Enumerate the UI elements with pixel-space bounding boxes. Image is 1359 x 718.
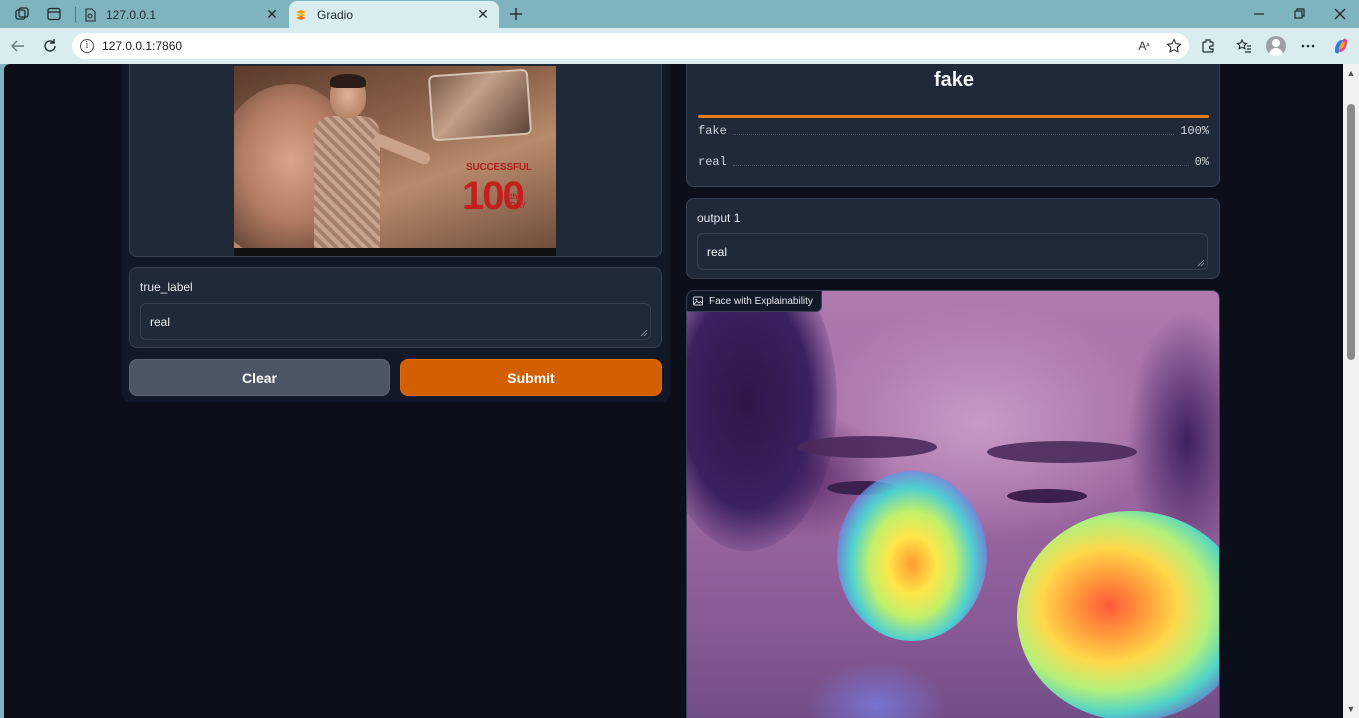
image-icon <box>693 296 703 306</box>
true-label-block: true_label real <box>129 267 662 348</box>
true-label-input[interactable]: real <box>140 303 651 340</box>
submit-button[interactable]: Submit <box>400 359 662 396</box>
confidence-row-real: real 0% <box>698 155 1209 169</box>
output-1-block: output 1 real <box>686 198 1220 279</box>
poster-text-day-word: DAY <box>510 201 527 210</box>
poster-title-logo <box>427 68 533 142</box>
tab-localhost[interactable]: 127.0.0.1 ✕ <box>78 1 288 28</box>
explainability-heatmap-image <box>687 291 1219 718</box>
resize-grip-icon[interactable] <box>1197 259 1205 267</box>
resize-grip-icon[interactable] <box>640 329 648 337</box>
explainability-image-block[interactable]: Face with Explainability <box>686 290 1220 718</box>
predicted-label: fake <box>933 69 975 91</box>
restore-icon[interactable] <box>1279 3 1319 25</box>
site-info-icon[interactable]: i <box>80 39 94 53</box>
heatmap-hotspot-cheek <box>1017 511 1219 718</box>
input-image-block[interactable]: SUCCESSFUL 100 th DAY <box>129 64 662 257</box>
prediction-label-block: fake fake 100% real 0% <box>686 64 1220 187</box>
confidence-leader <box>732 164 1189 166</box>
url-text: 127.0.0.1:7860 <box>102 39 183 53</box>
gradio-logo-icon <box>293 7 309 23</box>
confidence-leader <box>732 133 1175 135</box>
back-icon[interactable] <box>8 36 28 56</box>
output-1-title: output 1 <box>697 211 741 225</box>
favorite-star-icon[interactable] <box>1159 36 1189 56</box>
browser-tab-strip: 127.0.0.1 ✕ Gradio ✕ <box>0 0 1359 28</box>
image-bottom-bar <box>234 248 556 256</box>
confidence-name: real <box>698 155 727 169</box>
heatmap-hotspot-nose <box>837 471 987 641</box>
read-aloud-icon[interactable]: Aᴬ <box>1129 36 1159 56</box>
gradio-page: SUCCESSFUL 100 th DAY true_label real Cle… <box>4 64 1343 718</box>
confidence-name: fake <box>698 124 727 138</box>
page-scrollbar[interactable]: ▲ ▼ <box>1343 64 1359 718</box>
tab-close-icon[interactable]: ✕ <box>475 6 491 23</box>
tab-close-icon[interactable]: ✕ <box>264 6 280 23</box>
explainability-label: Face with Explainability <box>709 295 813 307</box>
address-toolbar: i 127.0.0.1:7860 Aᴬ <box>0 28 1359 64</box>
reload-icon[interactable] <box>40 36 60 56</box>
scroll-down-icon[interactable]: ▼ <box>1346 704 1356 714</box>
poster-text-day: th DAY <box>510 192 526 210</box>
true-label-value: real <box>150 315 171 329</box>
output-1-textbox[interactable]: real <box>697 233 1208 270</box>
extensions-icon[interactable] <box>1197 36 1219 56</box>
confidence-row-fake: fake 100% <box>698 124 1209 138</box>
tab-separator <box>75 7 76 23</box>
tab-title: 127.0.0.1 <box>106 7 157 22</box>
clear-button[interactable]: Clear <box>129 359 390 396</box>
input-image: SUCCESSFUL 100 th DAY <box>234 66 556 256</box>
scroll-up-icon[interactable]: ▲ <box>1346 68 1356 78</box>
window-close-icon[interactable] <box>1320 3 1359 25</box>
page-file-icon <box>82 7 98 23</box>
explainability-label-tag: Face with Explainability <box>687 291 822 312</box>
favorites-icon[interactable] <box>1233 36 1255 56</box>
poster-text-successful: SUCCESSFUL <box>466 162 532 173</box>
poster-standing-man <box>304 72 432 256</box>
new-tab-icon[interactable] <box>505 3 527 25</box>
scrollbar-thumb[interactable] <box>1347 104 1355 360</box>
poster-text-th: th <box>510 192 518 201</box>
profile-avatar-icon[interactable] <box>1265 36 1287 56</box>
more-menu-icon[interactable] <box>1297 36 1319 56</box>
output-1-value: real <box>707 245 728 259</box>
tab-actions-icon[interactable] <box>43 4 65 24</box>
tab-title: Gradio <box>317 7 354 22</box>
confidence-bar-fill <box>698 115 1209 118</box>
tab-gradio[interactable]: Gradio ✕ <box>289 1 499 28</box>
address-bar[interactable]: i 127.0.0.1:7860 Aᴬ <box>72 33 1189 59</box>
workspaces-icon[interactable] <box>11 4 33 24</box>
true-label-title: true_label <box>140 280 193 294</box>
confidence-percent: 100% <box>1180 124 1209 138</box>
copilot-icon[interactable] <box>1330 36 1352 56</box>
confidence-bar-track <box>698 115 1209 118</box>
minimize-icon[interactable] <box>1239 3 1279 25</box>
confidence-percent: 0% <box>1194 155 1209 169</box>
